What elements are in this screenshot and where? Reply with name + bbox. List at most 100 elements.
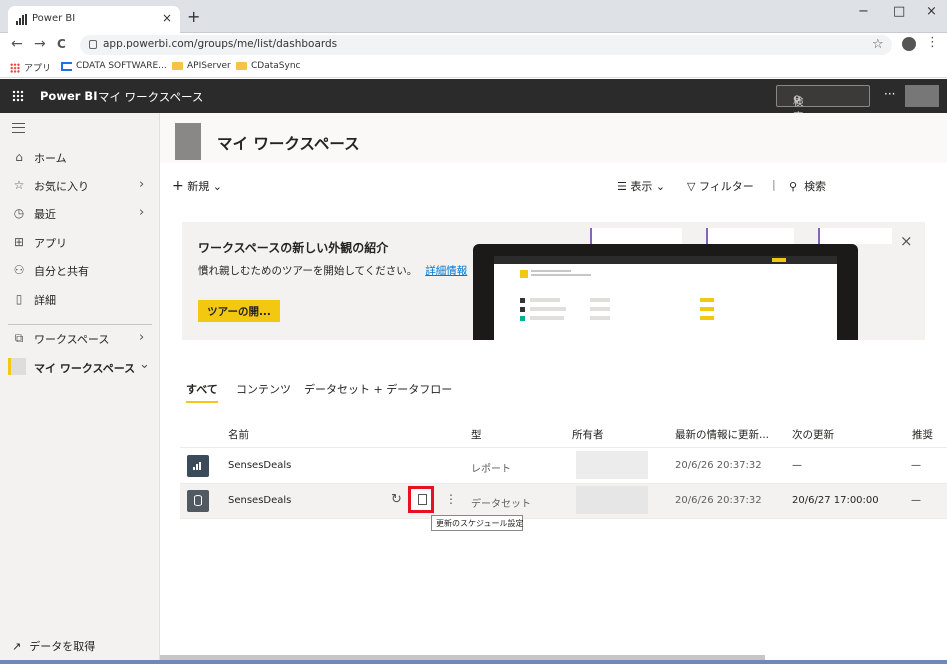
get-data-link[interactable]: ↗ データを取得 (12, 638, 95, 654)
plus-icon: + (172, 178, 184, 194)
column-header-last-refresh[interactable]: 最新の情報に更新... (675, 427, 769, 442)
schedule-refresh-button[interactable] (408, 486, 434, 513)
brand-name[interactable]: Power BI (40, 89, 97, 103)
chevron-right-icon: › (139, 330, 145, 345)
last-refresh: 20/6/26 20:37:32 (675, 495, 762, 506)
sidebar-item-my-workspace[interactable]: マイ ワークスペース ⌄ (0, 353, 160, 381)
app-launcher-icon[interactable] (12, 90, 24, 102)
bookmark-apiserver[interactable]: APIServer (172, 61, 231, 71)
start-tour-button[interactable]: ツアーの開... (198, 300, 280, 322)
sidebar-item-home[interactable]: ⌂ ホーム (0, 143, 160, 171)
sidebar-item-recent[interactable]: ◷ 最近 › (0, 199, 160, 227)
next-refresh: — (792, 460, 802, 471)
chevron-right-icon: › (139, 177, 145, 192)
cmd-divider: | (772, 178, 776, 191)
tab-datasets-dataflows[interactable]: データセット + データフロー (304, 381, 452, 397)
book-icon: ▯ (15, 292, 23, 306)
page-title: マイ ワークスペース (217, 135, 360, 153)
workspace-search-input[interactable]: ⚲ 検索 (789, 178, 826, 194)
reload-button[interactable]: C (57, 37, 66, 51)
sidebar-item-apps[interactable]: ⊞ アプリ (0, 228, 160, 256)
chevron-down-icon: ⌄ (212, 180, 222, 193)
clock-icon: ◷ (13, 206, 25, 220)
refresh-now-icon[interactable]: ↻ (391, 492, 402, 507)
close-window-button[interactable]: × (926, 4, 937, 19)
header-search-input[interactable]: ⚲ 検索 (776, 85, 870, 123)
maximize-button[interactable]: □ (893, 4, 905, 19)
report-icon (187, 455, 209, 477)
more-options-icon[interactable]: ··· (884, 87, 895, 101)
list-icon: ☰ (617, 180, 627, 193)
column-header-owner[interactable]: 所有者 (572, 427, 604, 442)
item-type: データセット (471, 499, 531, 510)
whats-new-banner: ワークスペースの新しい外観の紹介 慣れ親しむためのツアーを開始してください。 詳細… (182, 222, 925, 340)
preview-screen (494, 256, 837, 340)
filter-button[interactable]: ▽ フィルター (687, 178, 754, 194)
lock-icon (89, 40, 97, 49)
sidebar-item-favorites[interactable]: ☆ お気に入り › (0, 171, 160, 199)
hamburger-menu-icon[interactable] (12, 123, 25, 133)
endorsement: — (911, 460, 921, 471)
bookmark-cdata[interactable]: CDATA SOFTWARE... (61, 61, 167, 71)
forward-button[interactable]: → (34, 36, 46, 52)
powerbi-favicon-icon (16, 14, 30, 25)
bookmark-apps[interactable]: アプリ (10, 61, 51, 74)
table-row[interactable]: SensesDeals ↻ ⋮ データセット 20/6/26 20:37:32 … (180, 484, 947, 519)
tab-content[interactable]: コンテンツ (236, 381, 291, 397)
column-header-name[interactable]: 名前 (228, 427, 249, 442)
apps-icon: ⊞ (13, 235, 25, 249)
folder-icon (236, 62, 247, 70)
sidebar-item-shared[interactable]: ⚇ 自分と共有 (0, 256, 160, 284)
browser-tab-strip: Power BI × + − □ × (0, 0, 947, 33)
star-icon: ☆ (13, 178, 25, 192)
avatar[interactable] (905, 85, 939, 107)
arrow-up-right-icon: ↗ (12, 640, 22, 653)
calendar-icon (418, 494, 427, 505)
dataset-icon (187, 490, 209, 512)
table-row[interactable]: SensesDeals レポート 20/6/26 20:37:32 — — (180, 449, 947, 484)
close-banner-icon[interactable]: × (900, 232, 913, 250)
window-bottom-edge (0, 660, 947, 664)
endorsement: — (911, 495, 921, 506)
column-header-type[interactable]: 型 (471, 427, 482, 442)
owner-redacted (576, 451, 648, 479)
new-button[interactable]: + 新規 ⌄ (172, 178, 222, 194)
sidebar-item-workspaces[interactable]: ⧉ ワークスペース › (0, 324, 160, 352)
close-tab-icon[interactable]: × (162, 11, 172, 25)
next-refresh: 20/6/27 17:00:00 (792, 495, 879, 506)
sidebar-item-learn[interactable]: ▯ 詳細 (0, 285, 160, 313)
item-type: レポート (471, 464, 511, 475)
bookmark-star-icon[interactable]: ☆ (872, 37, 884, 52)
item-name[interactable]: SensesDeals (228, 495, 291, 506)
url-field[interactable]: app.powerbi.com/groups/me/list/dashboard… (80, 35, 892, 55)
profile-icon[interactable] (902, 37, 916, 51)
owner-redacted (576, 486, 648, 514)
column-header-endorsement[interactable]: 推奨 (912, 427, 933, 442)
workspace-avatar (175, 123, 201, 160)
back-button[interactable]: ← (11, 36, 23, 52)
browser-tab[interactable]: Power BI × (8, 6, 180, 33)
banner-title: ワークスペースの新しい外観の紹介 (198, 241, 389, 255)
breadcrumb: マイ ワークスペース (98, 90, 204, 104)
more-options-icon[interactable]: ⋮ (445, 492, 457, 506)
view-button[interactable]: ☰ 表示 ⌄ (617, 178, 665, 194)
learn-more-link[interactable]: 詳細情報 (425, 265, 467, 277)
app-header: Power BI マイ ワークスペース ⚲ 検索 ··· (0, 79, 947, 123)
home-icon: ⌂ (15, 150, 23, 164)
bookmark-cdatasync[interactable]: CDataSync (236, 61, 300, 71)
chevron-down-icon: ⌄ (655, 180, 666, 193)
column-header-next-refresh[interactable]: 次の更新 (792, 427, 834, 442)
chevron-down-icon: ⌄ (139, 357, 150, 372)
url-text: app.powerbi.com/groups/me/list/dashboard… (103, 38, 338, 50)
sidebar: ⌂ ホーム ☆ お気に入り › ◷ 最近 › ⊞ アプリ ⚇ 自分と共有 ▯ 詳… (0, 113, 160, 664)
apps-grid-icon (10, 62, 20, 73)
workspaces-icon: ⧉ (14, 331, 24, 345)
minimize-button[interactable]: − (858, 4, 869, 19)
cdata-logo-icon (61, 61, 72, 71)
item-name[interactable]: SensesDeals (228, 460, 291, 471)
new-tab-button[interactable]: + (187, 7, 200, 26)
browser-menu-icon[interactable]: ⋮ (926, 35, 939, 50)
filter-icon: ▽ (687, 180, 696, 193)
tab-all[interactable]: すべて (186, 381, 218, 403)
banner-body: 慣れ親しむためのツアーを開始してください。 詳細情報 (198, 265, 468, 277)
